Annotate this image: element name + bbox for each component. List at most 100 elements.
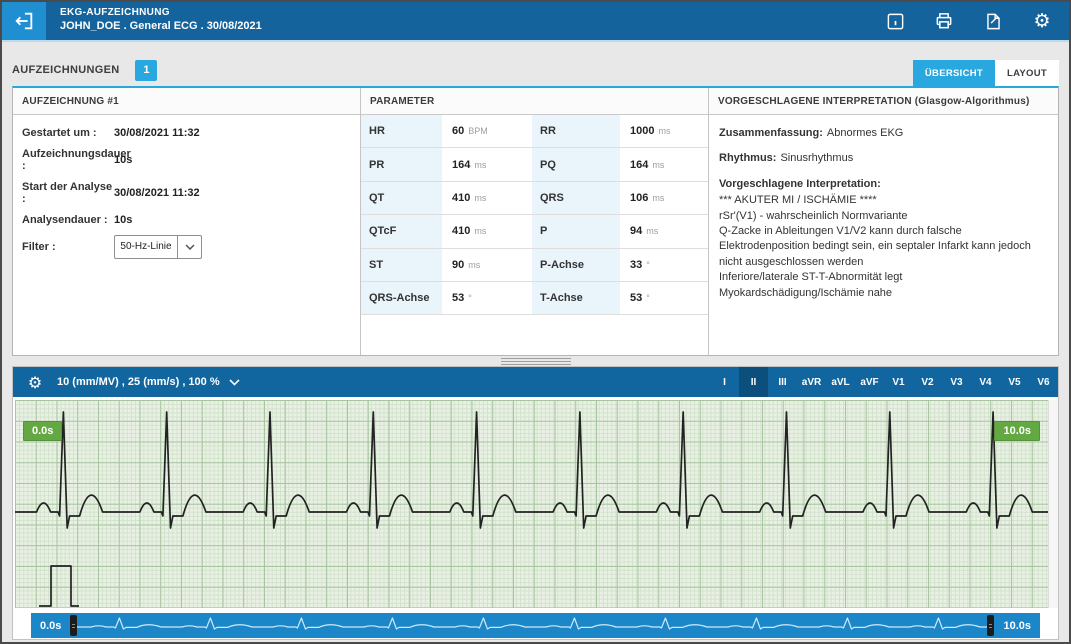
ecg-chart[interactable]: 0.0s 10.0s — [15, 400, 1048, 608]
param-label: T-Achse — [532, 282, 622, 314]
tab-übersicht[interactable]: ÜBERSICHT — [913, 60, 995, 86]
lead-button-v6[interactable]: V6 — [1029, 367, 1058, 397]
param-label: P — [532, 215, 622, 247]
timeline-scrollbar[interactable]: 0.0s 10.0s — [31, 613, 1040, 638]
param-label: PR — [361, 148, 444, 180]
recording-field: Start der Analyse :30/08/2021 11:32 — [22, 181, 351, 205]
app-window: EKG-AUFZEICHNUNG JOHN_DOE . General ECG … — [0, 0, 1071, 644]
lead-button-v1[interactable]: V1 — [884, 367, 913, 397]
info-icon[interactable] — [884, 10, 906, 32]
interpretation-line: *** AKUTER MI / ISCHÄMIE **** — [719, 193, 1048, 208]
interpretation-panel-title: VORGESCHLAGENE INTERPRETATION (Glasgow-A… — [709, 88, 1058, 115]
app-header: EKG-AUFZEICHNUNG JOHN_DOE . General ECG … — [2, 2, 1069, 42]
lead-button-avf[interactable]: aVF — [855, 367, 884, 397]
lead-button-avl[interactable]: aVL — [826, 367, 855, 397]
parameter-table: HR60BPMRR1000msPR164msPQ164msQT410msQRS1… — [361, 115, 708, 355]
lead-button-v3[interactable]: V3 — [942, 367, 971, 397]
lead-button-v2[interactable]: V2 — [913, 367, 942, 397]
recording-field: Gestartet um :30/08/2021 11:32 — [22, 127, 351, 139]
interpretation-line: rSr'(V1) - wahrscheinlich Normvariante — [719, 209, 1048, 224]
filter-value: 50-Hz-Linie — [115, 236, 177, 258]
summary-line: Zusammenfassung:Abnormes EKG — [719, 126, 1048, 141]
lead-button-i[interactable]: I — [710, 367, 739, 397]
param-value: 106ms — [622, 182, 708, 214]
param-value: 1000ms — [622, 115, 708, 147]
chart-start-time-badge: 0.0s — [23, 421, 62, 441]
parameter-panel: PARAMETER HR60BPMRR1000msPR164msPQ164msQ… — [361, 88, 709, 355]
interpretation-lines: *** AKUTER MI / ISCHÄMIE ****rSr'(V1) - … — [719, 193, 1048, 301]
param-label: ST — [361, 249, 444, 281]
exit-icon[interactable] — [2, 2, 46, 40]
vertical-scrollbar[interactable] — [1048, 400, 1058, 608]
chart-end-time-badge: 10.0s — [994, 421, 1040, 441]
param-value: 164ms — [622, 148, 708, 180]
recording-field: Analysendauer :10s — [22, 214, 351, 226]
lead-button-v5[interactable]: V5 — [1000, 367, 1029, 397]
scale-label: 10 (mm/MV) , 25 (mm/s) , 100 % — [57, 376, 220, 388]
header-actions: ⚙ — [884, 2, 1069, 40]
parameter-row: ST90msP-Achse33° — [361, 249, 708, 282]
param-value: 60BPM — [444, 115, 532, 147]
param-label: RR — [532, 115, 622, 147]
ecg-toolbar: ⚙ 10 (mm/MV) , 25 (mm/s) , 100 % IIIIIIa… — [13, 367, 1058, 397]
lead-button-iii[interactable]: III — [768, 367, 797, 397]
lead-selector: IIIIIIaVRaVLaVFV1V2V3V4V5V6 — [710, 367, 1058, 397]
timeline-end-label: 10.0s — [994, 620, 1040, 632]
param-label: HR — [361, 115, 444, 147]
header-titles: EKG-AUFZEICHNUNG JOHN_DOE . General ECG … — [46, 2, 884, 40]
field-label: Gestartet um : — [22, 127, 114, 139]
rhythm-line: Rhythmus:Sinusrhythmus — [719, 151, 1048, 166]
timeline-mini-trace — [77, 613, 987, 638]
field-label: Analysendauer : — [22, 214, 114, 226]
param-value: 94ms — [622, 215, 708, 247]
report-icon[interactable] — [982, 10, 1004, 32]
splitter-grip-icon — [493, 357, 579, 366]
panel-resize-splitter[interactable] — [12, 356, 1059, 366]
lead-button-avr[interactable]: aVR — [797, 367, 826, 397]
recording-1-chip[interactable]: 1 — [135, 60, 157, 81]
scale-dropdown[interactable]: 10 (mm/MV) , 25 (mm/s) , 100 % — [57, 376, 240, 388]
settings-gear-icon[interactable]: ⚙ — [1031, 10, 1053, 32]
tabs-row: AUFZEICHNUNGEN 1 ÜBERSICHTLAYOUT — [12, 54, 1059, 86]
breadcrumb: JOHN_DOE . General ECG . 30/08/2021 — [60, 20, 884, 32]
parameter-row: QTcF410msP94ms — [361, 215, 708, 248]
param-value: 53° — [444, 282, 532, 314]
filter-label: Filter : — [22, 241, 114, 253]
field-value: 30/08/2021 11:32 — [114, 127, 200, 139]
field-value: 10s — [114, 214, 132, 226]
parameter-row: PR164msPQ164ms — [361, 148, 708, 181]
tab-layout[interactable]: LAYOUT — [995, 60, 1059, 86]
ecg-main: 0.0s 10.0s — [13, 400, 1058, 608]
chevron-down-icon — [177, 236, 201, 258]
param-value: 410ms — [444, 182, 532, 214]
param-label: P-Achse — [532, 249, 622, 281]
ecg-viewer: ⚙ 10 (mm/MV) , 25 (mm/s) , 100 % IIIIIIa… — [12, 366, 1059, 640]
param-label: QRS — [532, 182, 622, 214]
param-label: PQ — [532, 148, 622, 180]
lead-button-ii[interactable]: II — [739, 367, 768, 397]
recordings-label: AUFZEICHNUNGEN — [12, 64, 119, 76]
filter-row: Filter : 50-Hz-Linie — [22, 235, 351, 259]
param-label: QTcF — [361, 215, 444, 247]
param-value: 164ms — [444, 148, 532, 180]
timeline-start-label: 0.0s — [31, 620, 70, 632]
field-label: Aufzeichnungsdauer : — [22, 148, 114, 172]
filter-dropdown[interactable]: 50-Hz-Linie — [114, 235, 202, 259]
ecg-waveform — [15, 400, 1048, 608]
parameter-row: HR60BPMRR1000ms — [361, 115, 708, 148]
print-icon[interactable] — [933, 10, 955, 32]
interpretation-heading: Vorgeschlagene Interpretation: — [719, 177, 1048, 192]
param-value: 33° — [622, 249, 708, 281]
recording-field: Aufzeichnungsdauer :10s — [22, 148, 351, 172]
parameter-panel-title: PARAMETER — [361, 88, 708, 115]
lead-button-v4[interactable]: V4 — [971, 367, 1000, 397]
timeline-right-handle[interactable] — [987, 615, 994, 636]
field-value: 30/08/2021 11:32 — [114, 187, 200, 199]
page-title: EKG-AUFZEICHNUNG — [60, 7, 884, 18]
ecg-settings-gear-icon[interactable]: ⚙ — [13, 373, 57, 392]
field-value: 10s — [114, 154, 132, 166]
parameter-row: QT410msQRS106ms — [361, 182, 708, 215]
interpretation-panel: VORGESCHLAGENE INTERPRETATION (Glasgow-A… — [709, 88, 1058, 355]
timeline-left-handle[interactable] — [70, 615, 77, 636]
param-value: 90ms — [444, 249, 532, 281]
